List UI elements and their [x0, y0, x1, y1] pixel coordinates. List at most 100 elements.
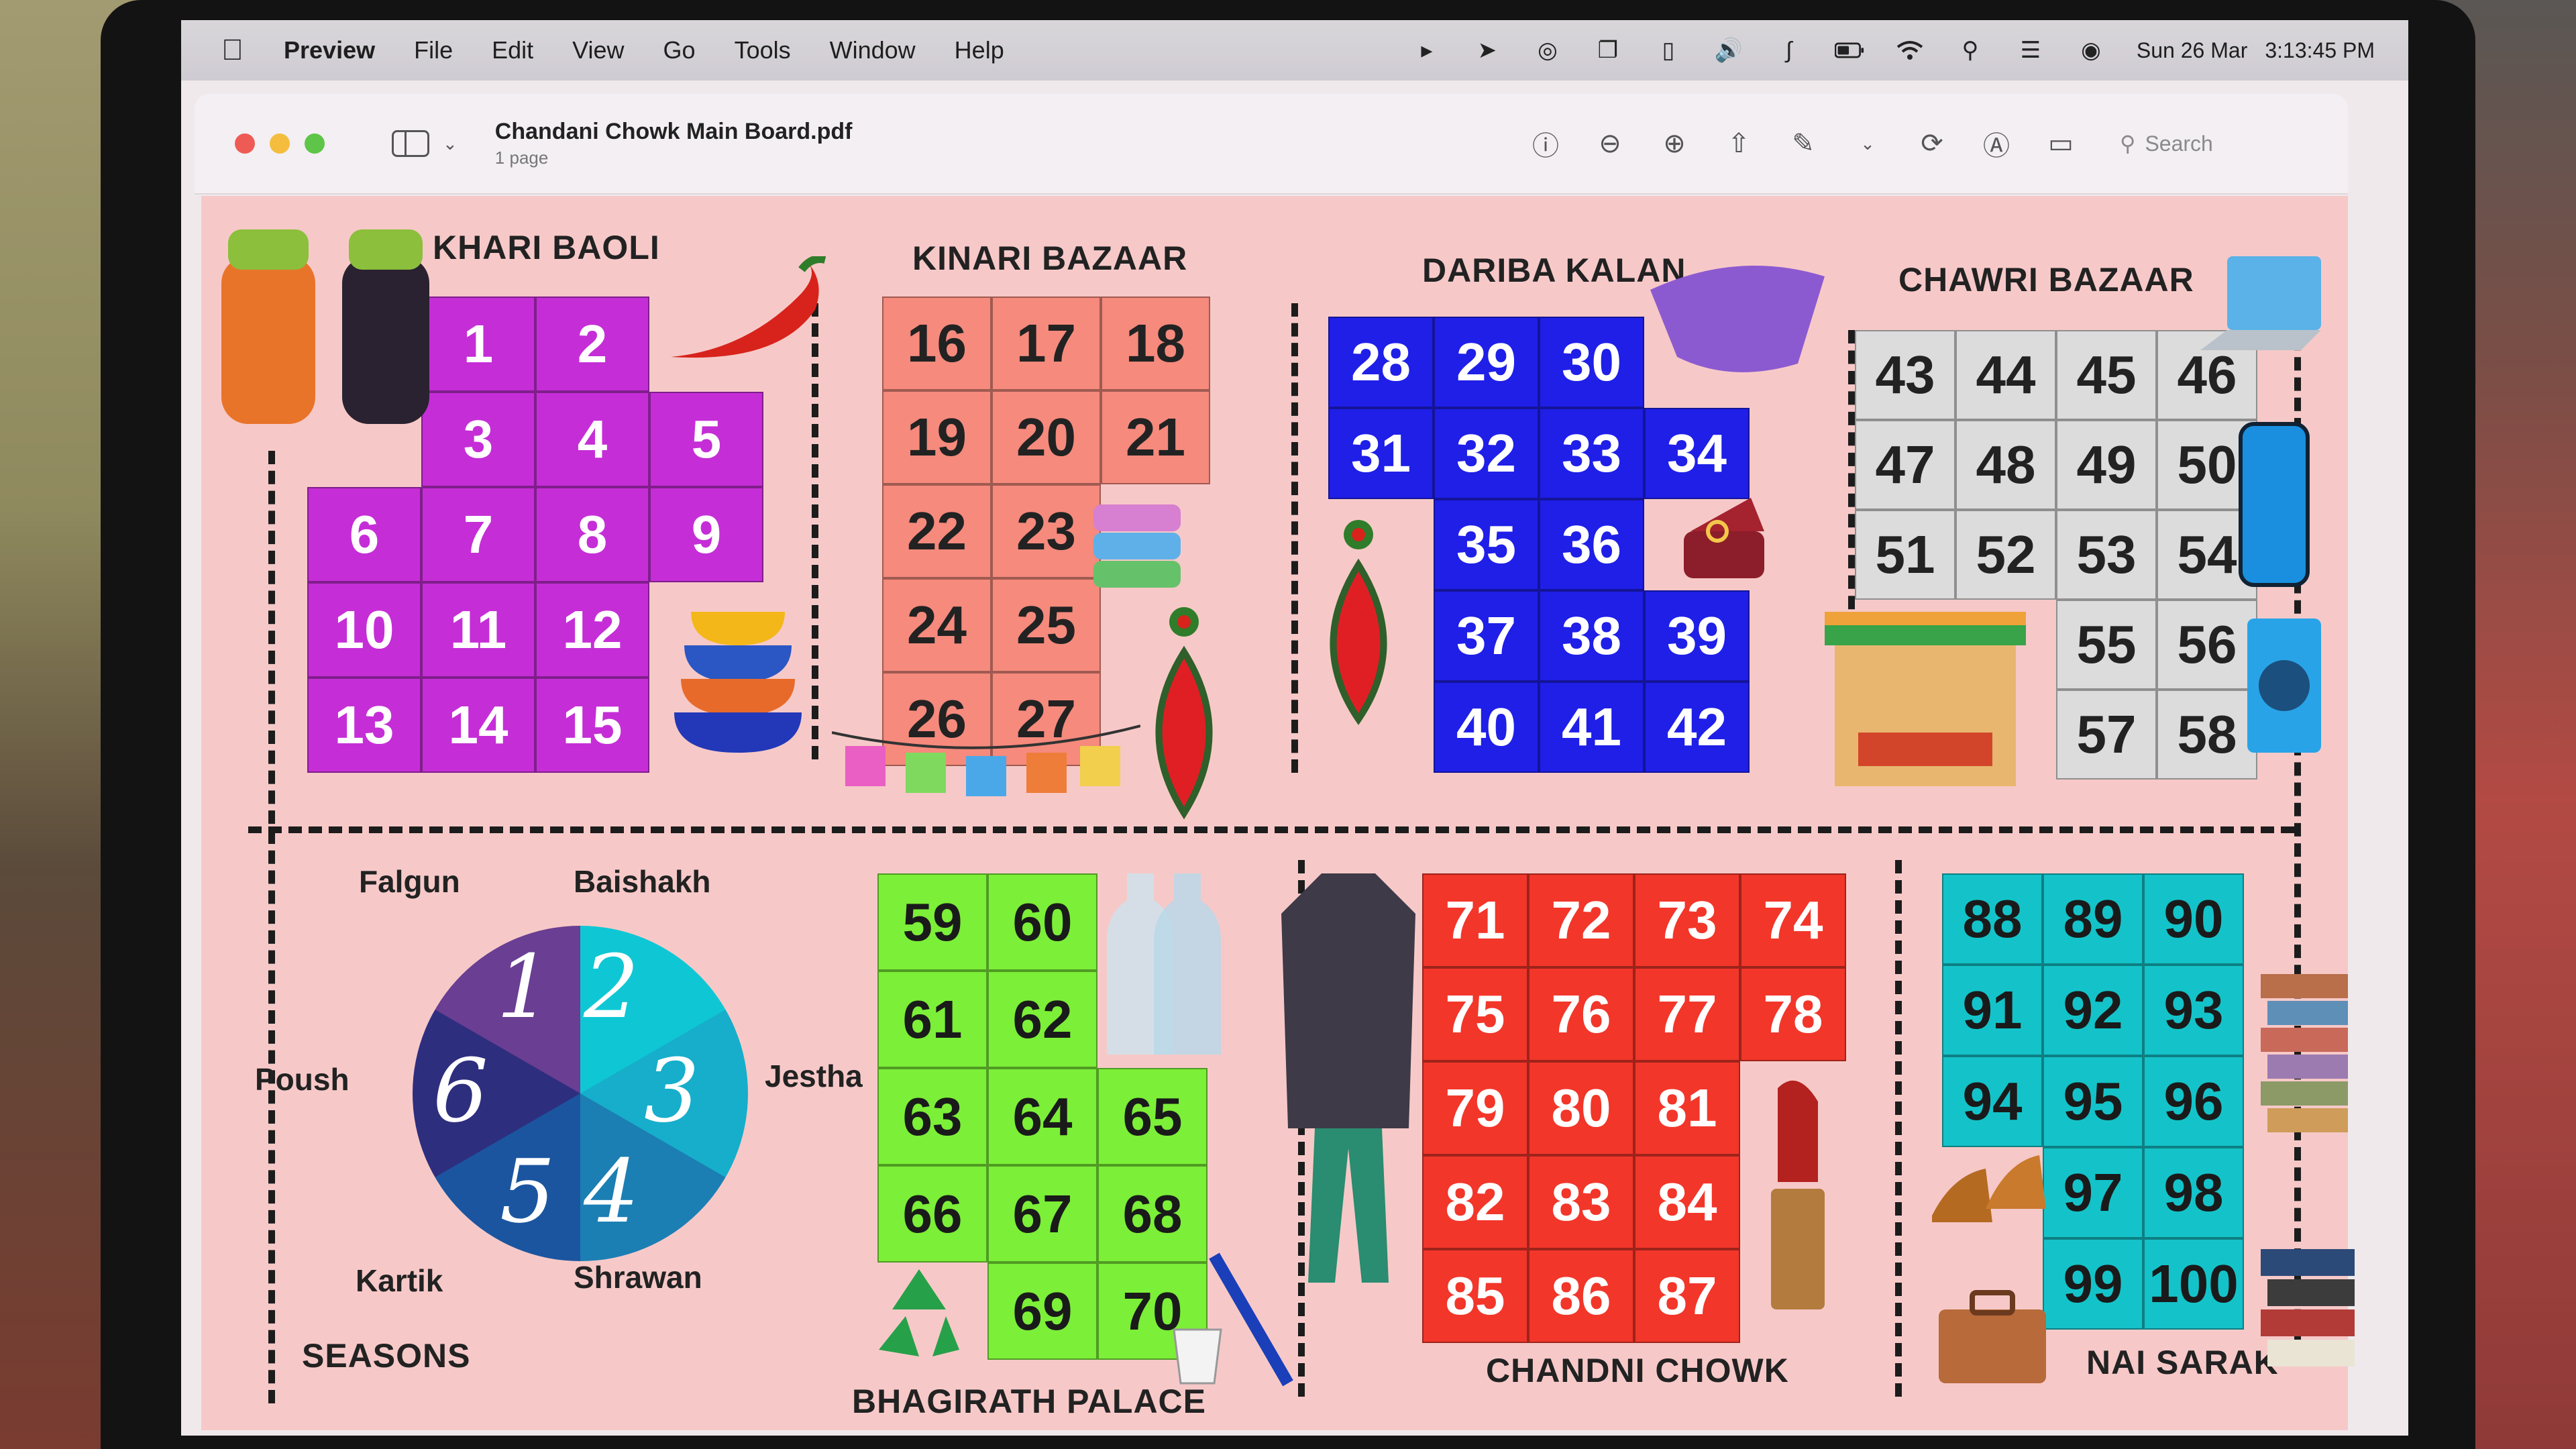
- apple-menu-icon[interactable]: : [221, 34, 244, 67]
- title-seasons: SEASONS: [302, 1337, 471, 1375]
- menu-view[interactable]: View: [572, 36, 624, 64]
- board-square-69: 69: [987, 1263, 1097, 1360]
- board-square-100: 100: [2143, 1238, 2244, 1330]
- board-square-12: 12: [535, 582, 649, 678]
- rotate-icon[interactable]: ⟳: [1913, 125, 1951, 162]
- menu-edit[interactable]: Edit: [492, 36, 533, 64]
- airdrop-icon[interactable]: ◎: [1533, 38, 1562, 63]
- phone-icon[interactable]: ▯: [1654, 38, 1683, 63]
- document-title-block: Chandani Chowk Main Board.pdf 1 page: [495, 119, 853, 168]
- screen-share-icon[interactable]: ▸: [1412, 38, 1442, 63]
- board-square-86: 86: [1528, 1249, 1634, 1343]
- menu-file[interactable]: File: [414, 36, 453, 64]
- board-square-96: 96: [2143, 1056, 2244, 1147]
- earring-image-2: [1330, 520, 1387, 725]
- info-icon[interactable]: ⓘ: [1527, 125, 1564, 162]
- menu-help[interactable]: Help: [955, 36, 1004, 64]
- chevron-down-icon[interactable]: ⌄: [443, 133, 458, 154]
- divider-5: [1895, 860, 1902, 1397]
- board-square-29: 29: [1434, 317, 1539, 408]
- share-icon[interactable]: ⇧: [1720, 125, 1758, 162]
- wifi-icon[interactable]: [1895, 38, 1925, 62]
- board-square-92: 92: [2043, 965, 2143, 1056]
- books-stack-image: [2261, 974, 2348, 1132]
- board-square-47: 47: [1855, 420, 1955, 510]
- window-toolbar: ⌄ Chandani Chowk Main Board.pdf 1 page ⓘ…: [195, 94, 2348, 195]
- document-title[interactable]: Chandani Chowk Main Board.pdf: [495, 119, 853, 145]
- menu-window[interactable]: Window: [830, 36, 916, 64]
- glass-straw-image: [1173, 1252, 1293, 1387]
- close-window-button[interactable]: [235, 133, 255, 154]
- recycle-icon: [879, 1269, 959, 1356]
- menu-clock[interactable]: Sun 26 Mar 3:13:45 PM: [2137, 38, 2375, 63]
- phone-image: [2239, 422, 2310, 587]
- zoom-window-button[interactable]: [305, 133, 325, 154]
- board-square-90: 90: [2143, 873, 2244, 965]
- board-square-21: 21: [1101, 390, 1210, 484]
- board-square-31: 31: [1328, 408, 1434, 499]
- divider-2: [1291, 303, 1298, 773]
- traffic-lights: [235, 133, 325, 154]
- board-square-43: 43: [1855, 330, 1955, 420]
- sidebar-toggle-icon[interactable]: [392, 130, 429, 157]
- water-bottles-image: [1107, 873, 1221, 1055]
- shoes-image: [1932, 1155, 2046, 1222]
- board-square-57: 57: [2056, 690, 2157, 780]
- earring-image: [1155, 607, 1213, 820]
- board-square-76: 76: [1528, 967, 1634, 1061]
- screen:  Preview File Edit View Go Tools Window…: [181, 20, 2408, 1436]
- volume-icon[interactable]: 🔊: [1714, 38, 1743, 63]
- chilli-image: [671, 256, 826, 358]
- board-square-64: 64: [987, 1068, 1097, 1165]
- board-square-72: 72: [1528, 873, 1634, 967]
- board-square-15: 15: [535, 678, 649, 773]
- board-square-14: 14: [421, 678, 535, 773]
- status-area: ▸ ➤ ◎ ❐ ▯ 🔊 ∫ ⚲ ☰ ◉ Sun 26 Mar 3:13:45 P…: [1412, 38, 2408, 64]
- board-square-78: 78: [1740, 967, 1846, 1061]
- board-square-77: 77: [1634, 967, 1740, 1061]
- laptop-image: [2200, 256, 2321, 350]
- board-square-91: 91: [1942, 965, 2043, 1056]
- zoom-in-icon[interactable]: ⊕: [1656, 125, 1693, 162]
- board-square-30: 30: [1539, 317, 1644, 408]
- board-square-83: 83: [1528, 1155, 1634, 1249]
- board-square-25: 25: [991, 578, 1101, 672]
- board-square-45: 45: [2056, 330, 2157, 420]
- pointer-icon[interactable]: ➤: [1472, 38, 1502, 63]
- board-square-35: 35: [1434, 499, 1539, 590]
- menu-tools[interactable]: Tools: [735, 36, 791, 64]
- wheel-number-2: 2: [584, 936, 639, 1038]
- board-square-34: 34: [1644, 408, 1750, 499]
- menu-app-name[interactable]: Preview: [284, 36, 375, 64]
- title-khari-baoli: KHARI BAOLI: [433, 229, 660, 266]
- zoom-out-icon[interactable]: ⊖: [1591, 125, 1629, 162]
- markup-pen-icon[interactable]: ✎: [1784, 125, 1822, 162]
- windows-icon[interactable]: ❐: [1593, 38, 1623, 63]
- board-square-24: 24: [882, 578, 991, 672]
- menu-date: Sun 26 Mar: [2136, 38, 2248, 62]
- folded-clothes-image: [1093, 504, 1181, 588]
- board-square-6: 6: [307, 487, 421, 582]
- board-square-5: 5: [649, 392, 763, 487]
- form-fill-icon[interactable]: ▭: [2042, 125, 2080, 162]
- document-page-count: 1 page: [494, 148, 549, 168]
- markup-chevron-icon[interactable]: ⌄: [1849, 125, 1886, 162]
- board-square-88: 88: [1942, 873, 2043, 965]
- spotlight-search-icon[interactable]: ⚲: [1955, 38, 1985, 63]
- season-kartik: Kartik: [356, 1263, 443, 1298]
- bluetooth-icon[interactable]: ∫: [1774, 38, 1804, 63]
- board-square-53: 53: [2056, 510, 2157, 600]
- title-chandni-chowk: CHANDNI CHOWK: [1486, 1352, 1789, 1389]
- search-field[interactable]: ⚲ Search: [2106, 123, 2308, 164]
- control-center-icon[interactable]: ☰: [2016, 38, 2045, 63]
- board-square-67: 67: [987, 1165, 1097, 1263]
- season-jestha: Jestha: [765, 1059, 863, 1093]
- siri-icon[interactable]: ◉: [2076, 38, 2106, 63]
- minimize-window-button[interactable]: [270, 133, 290, 154]
- washing-machine-image: [2247, 619, 2321, 753]
- battery-icon[interactable]: [1834, 38, 1864, 62]
- board-square-80: 80: [1528, 1061, 1634, 1155]
- menu-go[interactable]: Go: [663, 36, 696, 64]
- markup-circle-icon[interactable]: Ⓐ: [1978, 125, 2015, 162]
- kurta-image: [1281, 873, 1415, 1283]
